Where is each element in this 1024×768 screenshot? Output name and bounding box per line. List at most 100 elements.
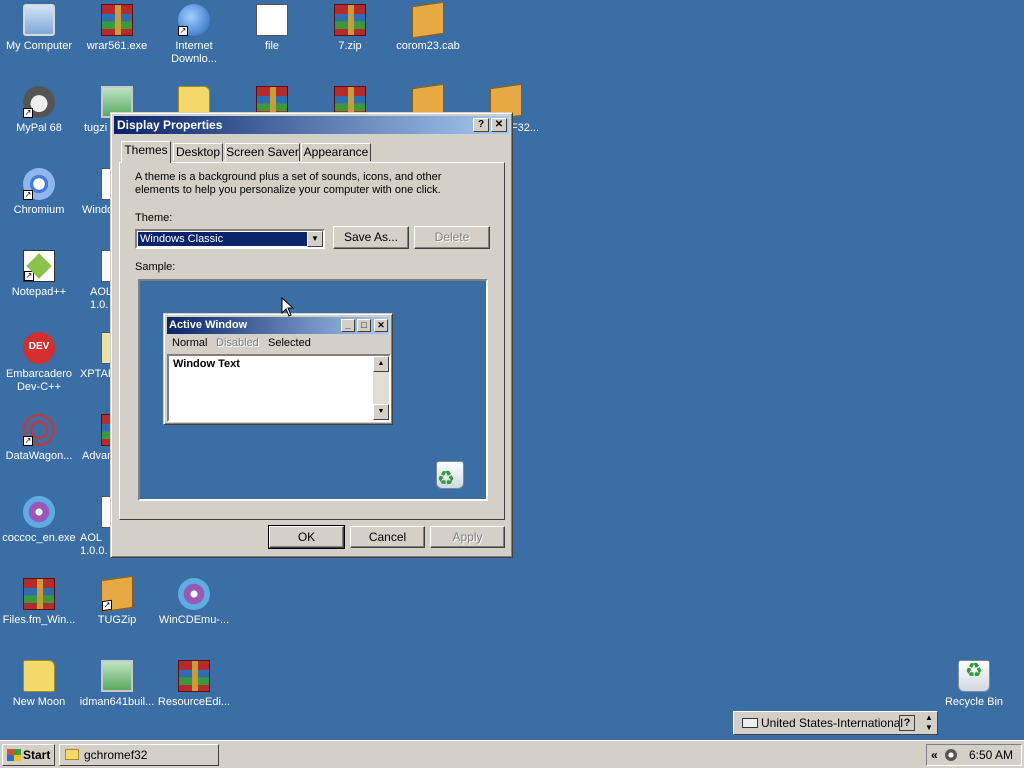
desktop-icon-wincdemu[interactable]: WinCDEmu-... (155, 578, 233, 627)
language-label[interactable]: United States-International (761, 712, 903, 734)
sample-active-window: Active Window _ □ ✕ Normal Disabled Sele… (163, 313, 393, 425)
maximize-icon: □ (357, 319, 371, 332)
coccoc-installer-icon (23, 496, 55, 528)
icon-label: file (264, 40, 280, 52)
desktop-icon-notepadpp[interactable]: ↗ Notepad++ (0, 250, 78, 299)
desktop-icon-my-computer[interactable]: My Computer (0, 4, 78, 53)
disc-icon (178, 578, 210, 610)
icon-label: Chromium (13, 204, 65, 216)
desktop-icon-coccoc[interactable]: coccoc_en.exe (0, 496, 78, 545)
desktop-icon-new-moon[interactable]: New Moon (0, 660, 78, 709)
system-tray: « 6:50 AM (926, 744, 1022, 766)
sample-window-title: Active Window (169, 319, 248, 331)
tab-label: Screen Saver (226, 145, 299, 159)
chevron-down-icon[interactable]: ▼ (307, 231, 323, 247)
icon-label: My Computer (5, 40, 73, 52)
desktop-icon-recycle-bin[interactable]: Recycle Bin (935, 660, 1013, 709)
scroll-up-icon: ▲ (373, 356, 389, 372)
start-button[interactable]: Start (2, 744, 55, 766)
tray-expand-icon[interactable]: « (931, 745, 938, 765)
apply-label: Apply (452, 530, 483, 544)
sample-scrollbar: ▲ ▼ (373, 356, 389, 420)
tab-appearance[interactable]: Appearance (301, 143, 371, 161)
desktop-icon-mypal[interactable]: ↗ MyPal 68 (0, 86, 78, 135)
installer-icon (101, 660, 133, 692)
shortcut-arrow-icon: ↗ (24, 271, 34, 281)
sample-menu-normal: Normal (172, 337, 208, 349)
sample-menu-selected: Selected (268, 337, 311, 349)
close-button[interactable]: ✕ (491, 118, 507, 132)
desktop-icon-internet-download[interactable]: ↗ Internet Downlo... (155, 4, 233, 66)
save-as-button[interactable]: Save As... (333, 226, 409, 249)
desktop-icon-idman[interactable]: idman641buil... (78, 660, 156, 709)
dialog-title: Display Properties (117, 118, 223, 132)
apply-button[interactable]: Apply (430, 526, 505, 548)
devcpp-icon: DEV (23, 332, 55, 364)
close-icon: ✕ (494, 119, 504, 130)
help-button[interactable]: ? (473, 118, 489, 132)
icon-label: MyPal 68 (16, 122, 62, 134)
theme-sample-preview: Active Window _ □ ✕ Normal Disabled Sele… (138, 279, 488, 501)
mypal-icon: ↗ (23, 86, 55, 118)
minimize-icon: _ (341, 319, 355, 332)
ok-button[interactable]: OK (268, 525, 345, 549)
tab-label: Themes (124, 143, 168, 157)
delete-button[interactable]: Delete (414, 226, 490, 249)
start-label: Start (23, 748, 51, 762)
winrar-icon (101, 4, 133, 36)
taskbar: Start gchromef32 « 6:50 AM (0, 740, 1024, 768)
icon-label: Notepad++ (11, 286, 67, 298)
icon-label: idman641buil... (79, 696, 155, 708)
sample-menu-disabled: Disabled (216, 337, 259, 349)
close-icon: ✕ (374, 319, 388, 332)
tab-screen-saver[interactable]: Screen Saver (225, 143, 300, 161)
language-bar: United States-International ? ▲ ▼ (733, 711, 938, 735)
theme-select[interactable]: Windows Classic ▼ (135, 229, 325, 249)
folder-icon (65, 749, 79, 760)
recycle-bin-icon (958, 660, 990, 692)
language-options-icon[interactable]: ▲ ▼ (923, 713, 935, 733)
taskbar-item-gchromef32[interactable]: gchromef32 (59, 744, 219, 766)
sample-window-titlebar: Active Window _ □ ✕ (167, 317, 389, 334)
icon-label: Files.fm_Win... (2, 614, 76, 626)
theme-description: A theme is a background plus a set of so… (135, 171, 442, 196)
desktop-icon-chromium[interactable]: ↗ Chromium (0, 168, 78, 217)
tab-themes[interactable]: Themes (121, 141, 171, 163)
taskbar-item-label: gchromef32 (84, 748, 148, 762)
desktop-icon-tugzip[interactable]: ↗ TUGZip (78, 575, 156, 627)
icon-label: ResourceEdi... (157, 696, 231, 708)
icon-label: Embarcadero Dev-C++ (5, 368, 73, 393)
sample-menu: Normal Disabled Selected (168, 336, 388, 352)
language-help-button[interactable]: ? (899, 715, 915, 731)
datawagon-icon: ↗ (23, 414, 55, 446)
desktop-icon-datawagon[interactable]: ↗ DataWagon... (0, 414, 78, 463)
icon-label: wrar561.exe (86, 40, 148, 52)
mouse-cursor-icon (281, 297, 294, 317)
clock[interactable]: 6:50 AM (969, 745, 1013, 765)
desktop-icon-devcpp[interactable]: DEV Embarcadero Dev-C++ (0, 332, 78, 394)
tab-label: Desktop (175, 145, 221, 159)
scroll-down-icon: ▼ (373, 404, 389, 420)
globe-icon: ↗ (178, 4, 210, 36)
tray-app-icon[interactable] (945, 749, 957, 761)
desktop-icon-resourceedit[interactable]: ResourceEdi... (155, 660, 233, 709)
cancel-button[interactable]: Cancel (350, 526, 425, 548)
icon-label: Internet Downlo... (171, 40, 217, 65)
chromium-icon: ↗ (23, 168, 55, 200)
ok-label: OK (297, 530, 316, 544)
desktop-icon-wrar561[interactable]: wrar561.exe (78, 4, 156, 53)
shortcut-arrow-icon: ↗ (178, 26, 188, 36)
dialog-titlebar[interactable]: Display Properties ? ✕ (114, 116, 509, 134)
sample-window-text: Window Text (173, 358, 240, 370)
icon-label: 7.zip (338, 40, 362, 52)
shortcut-arrow-icon: ↗ (23, 108, 33, 118)
shortcut-arrow-icon: ↗ (23, 436, 33, 446)
desktop-icon-file[interactable]: file (233, 4, 311, 53)
desktop-icon-corom23[interactable]: corom23.cab (389, 1, 467, 53)
display-properties-dialog: Display Properties ? ✕ Themes Desktop Sc… (110, 112, 513, 558)
desktop-icon-7zip[interactable]: 7.zip (311, 4, 389, 53)
desktop-icon-filesfm[interactable]: Files.fm_Win... (0, 578, 78, 627)
tab-desktop[interactable]: Desktop (173, 143, 223, 161)
tugzip-icon: ↗ (101, 575, 133, 613)
sample-window-text-area: Window Text ▲ ▼ (167, 354, 391, 422)
